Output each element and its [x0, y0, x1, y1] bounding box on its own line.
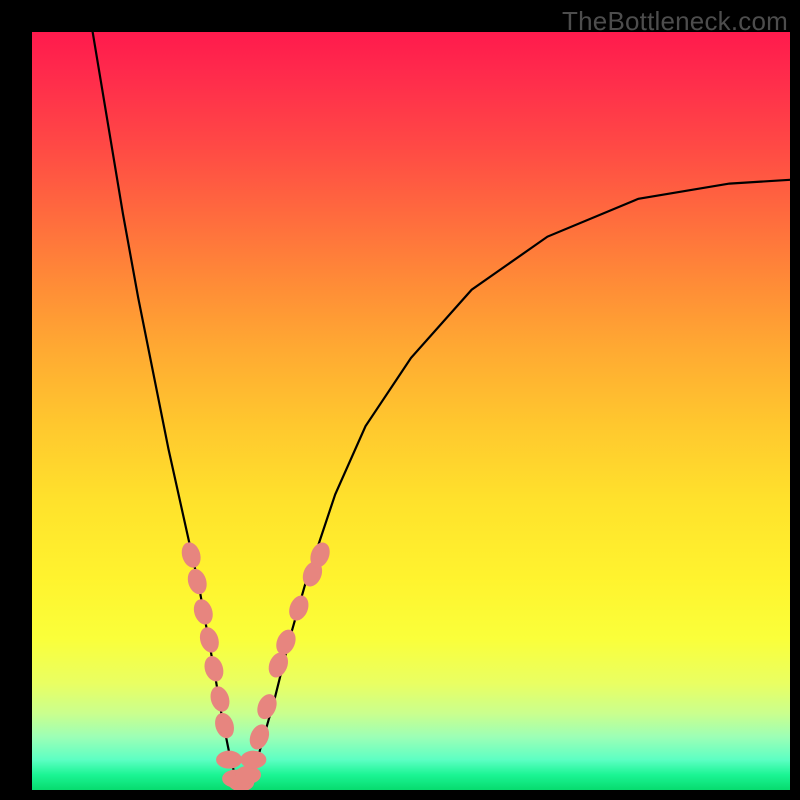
- data-point: [201, 654, 226, 684]
- plot-area: [32, 32, 790, 790]
- data-point: [265, 650, 291, 681]
- data-point: [273, 627, 299, 658]
- data-point: [246, 722, 272, 753]
- data-point: [240, 751, 266, 769]
- chart-svg: [32, 32, 790, 790]
- data-point: [286, 593, 312, 624]
- data-point: [235, 766, 261, 784]
- data-point: [191, 597, 216, 627]
- data-point: [207, 684, 232, 714]
- chart-frame: TheBottleneck.com: [0, 0, 800, 800]
- data-markers: [179, 540, 334, 790]
- data-point: [216, 751, 242, 769]
- bottleneck-curve: [93, 32, 790, 790]
- data-point: [212, 710, 237, 740]
- data-point: [185, 566, 210, 596]
- data-point: [179, 540, 204, 570]
- data-point: [197, 625, 222, 655]
